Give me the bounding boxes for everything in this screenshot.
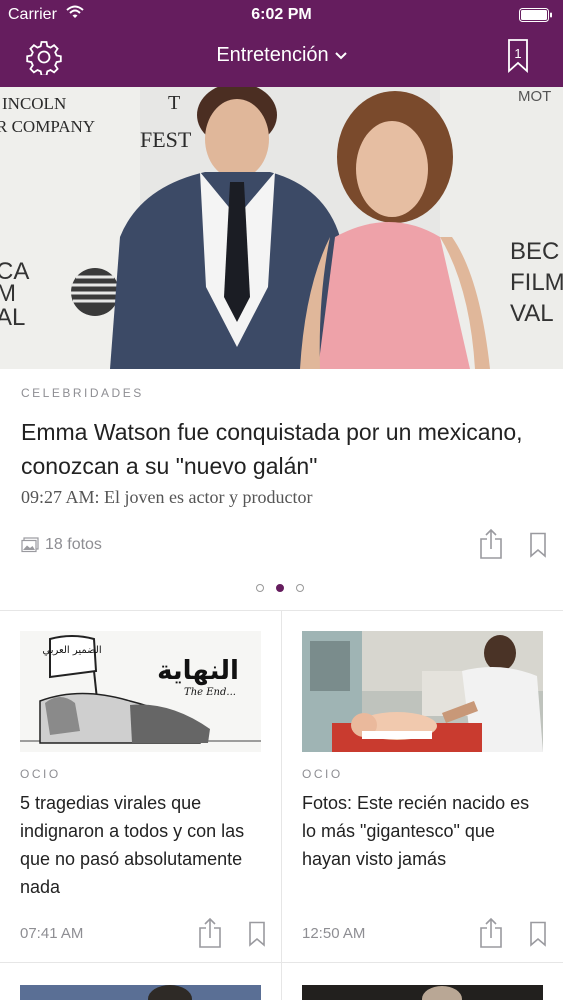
hero-image[interactable]: INCOLN R COMPANY CA M AL T FEST MOT BEC … (0, 87, 563, 369)
portrait-photo (302, 985, 543, 1000)
share-icon[interactable] (478, 528, 504, 560)
hero-sign-text: INCOLN (2, 94, 66, 113)
bookmark-count: 1 (514, 46, 522, 61)
feature-headline[interactable]: Emma Watson fue conquistada por un mexic… (21, 415, 541, 483)
nav-bar: Entretención 1 (0, 30, 563, 87)
cartoon-title-text: النهاية (157, 656, 239, 686)
page-dot[interactable] (256, 584, 264, 592)
share-icon[interactable] (197, 917, 223, 949)
page-dot[interactable] (296, 584, 304, 592)
bookmark-icon[interactable] (529, 921, 547, 947)
hero-sign-text: R COMPANY (0, 117, 95, 136)
card-category: OCIO (20, 767, 61, 781)
status-bar: Carrier 6:02 PM (0, 0, 563, 30)
article-thumbnail[interactable] (20, 985, 261, 1000)
feature-category: CELEBRIDADES (21, 386, 144, 400)
hospital-photo (302, 631, 543, 752)
article-thumbnail: الضمير العربي النهاية The End... (20, 631, 261, 752)
hero-sign-text: M (0, 280, 16, 307)
feature-article[interactable]: CELEBRIDADES Emma Watson fue conquistada… (21, 386, 541, 508)
photo-gallery-icon (21, 537, 39, 553)
article-thumbnail[interactable] (302, 985, 543, 1000)
chevron-down-icon (334, 52, 347, 60)
section-title: Entretención (216, 44, 329, 67)
att-globe-logo (71, 268, 119, 316)
bookmark-icon[interactable] (529, 532, 547, 558)
page-indicator[interactable] (252, 584, 312, 596)
divider (0, 962, 563, 963)
status-time: 6:02 PM (251, 6, 312, 23)
card-headline[interactable]: 5 tragedias virales que indignaron a tod… (20, 789, 265, 901)
portrait-photo (20, 985, 261, 1000)
battery-icon (519, 8, 552, 22)
hero-sign-text: BEC (510, 238, 559, 265)
section-selector[interactable]: Entretención (0, 44, 563, 67)
hero-sign-text: FILM (510, 269, 563, 296)
hero-photo: INCOLN R COMPANY CA M AL T FEST MOT BEC … (0, 87, 563, 369)
article-card[interactable]: الضمير العربي النهاية The End... OCIO 5 … (0, 611, 281, 962)
card-time: 07:41 AM (20, 925, 84, 942)
article-thumbnail (302, 631, 543, 752)
photo-gallery-link[interactable]: 18 fotos (21, 536, 102, 558)
feature-subline: 09:27 AM: El joven es actor y productor (21, 487, 313, 507)
bookmark-icon[interactable] (248, 921, 266, 947)
cartoon-image: الضمير العربي النهاية The End... (20, 631, 261, 752)
hero-sign-text: MOT (518, 88, 551, 105)
card-category: OCIO (302, 767, 343, 781)
cartoon-sign-text: الضمير العربي (42, 645, 101, 656)
share-icon[interactable] (478, 917, 504, 949)
hero-sign-text: VAL (510, 300, 554, 327)
article-card[interactable]: OCIO Fotos: Este recién nacido es lo más… (282, 611, 563, 962)
saved-articles-button[interactable]: 1 (506, 38, 530, 74)
photo-count: 18 fotos (45, 536, 102, 553)
card-time: 12:50 AM (302, 925, 366, 942)
page-dot-active[interactable] (276, 584, 284, 592)
cartoon-caption-text: The End... (184, 687, 236, 698)
hero-sign-text: AL (0, 304, 25, 331)
card-headline[interactable]: Fotos: Este recién nacido es lo más "gig… (302, 789, 547, 873)
hero-sign-text: T (168, 92, 180, 114)
hero-sign-text: FEST (140, 127, 192, 152)
